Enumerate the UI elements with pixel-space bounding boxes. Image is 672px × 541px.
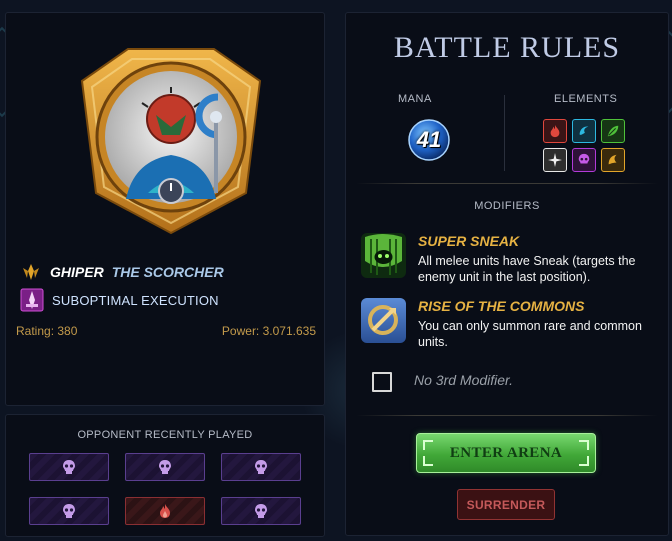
divider [356,415,658,416]
opponent-recent-panel: OPPONENT RECENTLY PLAYED [5,414,325,537]
enter-arena-button[interactable]: ENTER ARENA [416,433,596,473]
third-modifier-checkbox[interactable] [372,372,392,392]
battle-rules-title: BATTLE RULES [393,31,621,64]
surrender-button[interactable]: SURRENDER [457,489,555,520]
no-third-modifier-text: No 3rd Modifier. [414,372,514,388]
earth-icon [607,125,619,137]
water-icon [579,126,589,135]
ability-name: SUBOPTIMAL EXECUTION [52,292,219,308]
summoner-name-title: THE SCORCHER [111,264,224,280]
elements-grid [543,119,625,172]
element-dragon [601,148,625,172]
modifier-description: You can only summon rare and common unit… [418,319,642,349]
summoner-name: GHIPER THE SCORCHER [20,263,224,281]
element-fire [543,119,567,143]
opponent-card[interactable] [29,453,109,481]
opponent-card[interactable] [29,497,109,525]
opponent-card[interactable] [221,497,301,525]
summoner-panel: GHIPER THE SCORCHER SUBOPTIMAL EXECUTION… [5,12,325,406]
modifier-description: All melee units have Sneak (targets the … [418,254,636,284]
enter-arena-label: ENTER ARENA [449,444,563,461]
dragon-icon [608,154,617,165]
power-text: Power: 3.071.635 [221,324,316,338]
summoner-stats: Rating: 380 Power: 3.071.635 [16,324,316,338]
summoner-name-first: GHIPER [50,264,104,280]
element-earth [601,119,625,143]
opponent-recent-title: OPPONENT RECENTLY PLAYED [77,429,253,441]
opponent-recent-grid [29,453,301,525]
fire-icon [160,504,170,518]
summoner-ability: SUBOPTIMAL EXECUTION [20,288,219,312]
divider [356,183,658,184]
fire-icon [550,124,560,138]
death-skull-icon [63,504,75,518]
modifier-name: SUPER SNEAK [418,233,520,249]
modifiers-label: MODIFIERS [474,200,540,212]
ability-icon [20,288,44,312]
elements-label: ELEMENTS [554,93,618,105]
mana-value: 41 [416,127,442,152]
death-skull-icon [63,460,75,474]
summoner-element-icon [23,264,39,280]
summoner-portrait [80,48,262,235]
death-skull-icon [159,460,171,474]
rating-text: Rating: 380 [16,324,78,338]
opponent-card[interactable] [221,453,301,481]
opponent-card[interactable] [125,497,205,525]
death-icon [578,153,590,164]
rise-of-commons-icon [361,298,406,343]
element-life [543,148,567,172]
element-water [572,119,596,143]
modifier-name: RISE OF THE COMMONS [418,298,585,314]
super-sneak-icon [361,233,406,278]
element-death [572,148,596,172]
life-icon [548,153,562,167]
death-skull-icon [255,504,267,518]
divider [504,95,505,171]
death-skull-icon [255,460,267,474]
mana-label: MANA [398,93,432,105]
battle-rules-panel: BATTLE RULES MANA 41 ELEMENTS MODIFIERS … [345,12,669,536]
opponent-card[interactable] [125,453,205,481]
